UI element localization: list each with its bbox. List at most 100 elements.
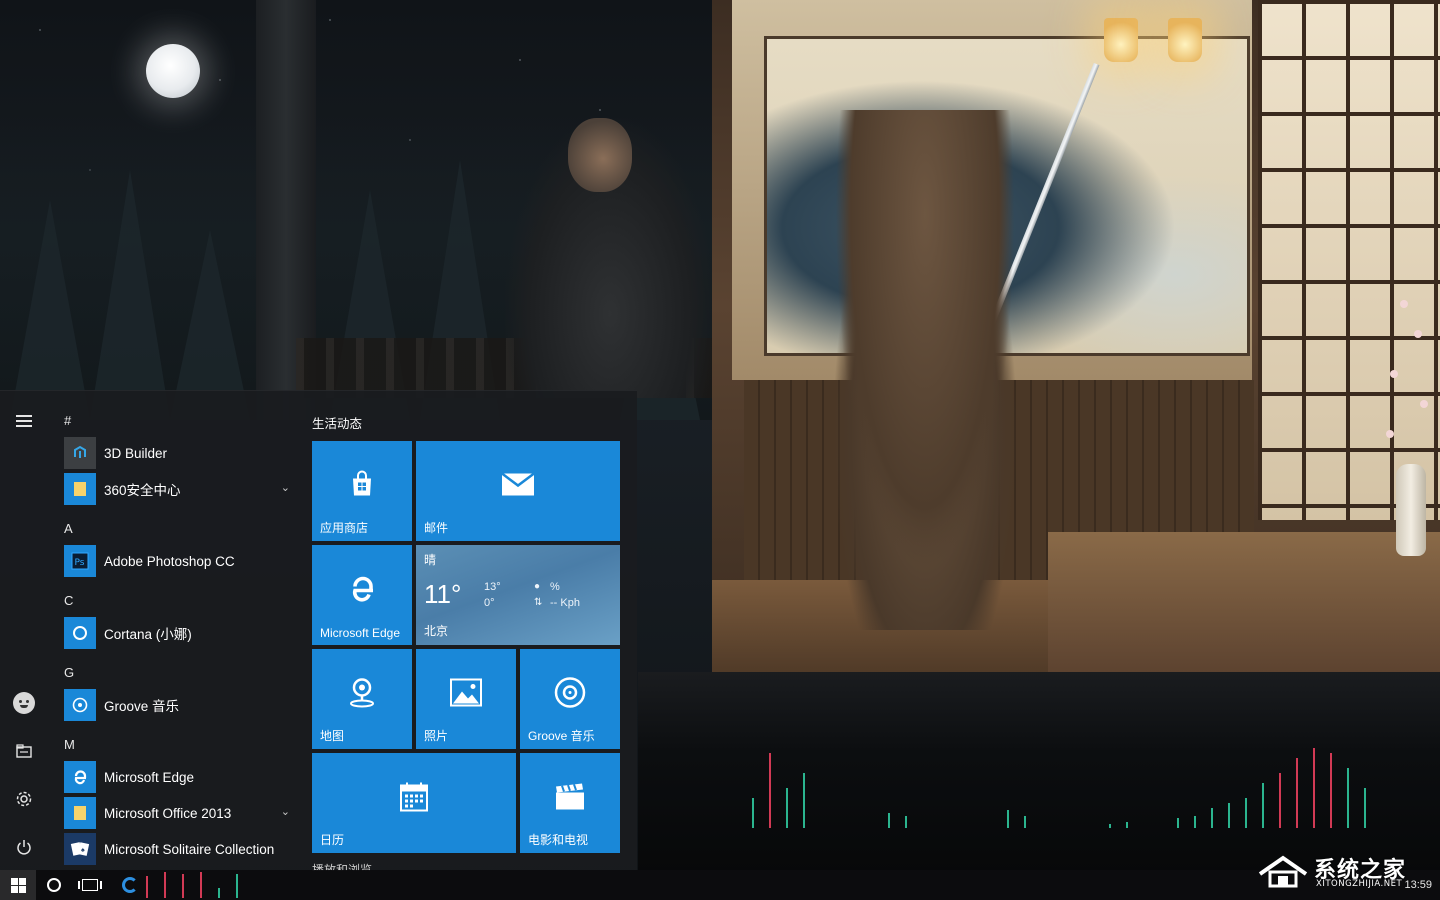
gear-icon[interactable] (8, 783, 40, 815)
app-label: Adobe Photoshop CC (104, 553, 235, 569)
section-letter[interactable]: G (64, 665, 74, 680)
app-cortana[interactable]: Cortana (小娜) (64, 617, 296, 649)
tile-label: 照片 (424, 729, 449, 743)
visualizer-bar (803, 773, 805, 828)
folder-icon (64, 797, 96, 829)
weather-details: % -- Kph (550, 579, 580, 611)
section-letter[interactable]: M (64, 737, 75, 752)
tile-mail[interactable]: 邮件 (416, 441, 620, 541)
weather-humidity: % (550, 581, 560, 593)
weather-condition: 晴 (424, 553, 437, 567)
groove-music-icon (554, 677, 586, 714)
visualizer-bar (1262, 783, 1264, 828)
visualizer-bar (1126, 822, 1128, 828)
user-avatar-icon[interactable] (8, 687, 40, 719)
taskbar-audio-visualizer (142, 870, 272, 900)
blossom (1414, 330, 1422, 338)
movies-tv-icon (555, 783, 585, 816)
section-letter[interactable]: # (64, 413, 71, 428)
raised-step (1048, 532, 1440, 672)
visualizer-bar (905, 816, 907, 828)
chevron-down-icon[interactable]: ⌄ (281, 481, 290, 494)
app-label: Microsoft Office 2013 (104, 805, 232, 821)
maps-icon (347, 677, 377, 714)
visualizer-bar (1109, 824, 1111, 828)
tiles-panel: 生活动态 应用商店 邮件 Microsoft Edge 晴 11° 13° 0°… (312, 391, 622, 871)
app-label: Microsoft Edge (104, 769, 195, 785)
section-letter[interactable]: C (64, 593, 73, 608)
weather-city: 北京 (424, 624, 449, 638)
visualizer-bar (218, 888, 220, 898)
app-label: 360安全中心 (104, 483, 181, 498)
svg-text:♠: ♠ (81, 847, 85, 854)
visualizer-bar (1024, 816, 1026, 828)
weather-icons: ● ⇅ (534, 579, 542, 611)
samurai-bear (820, 110, 1030, 630)
moon (146, 44, 200, 98)
app-label: Groove 音乐 (104, 699, 180, 714)
tile-photos[interactable]: 照片 (416, 649, 516, 749)
visualizer-bar (1211, 808, 1213, 828)
visualizer-bar (1279, 773, 1281, 828)
visualizer-bar (146, 876, 148, 898)
mail-icon (501, 472, 535, 502)
app-groove[interactable]: Groove 音乐 (64, 689, 296, 721)
visualizer-bar (1194, 816, 1196, 828)
blossom (1390, 370, 1398, 378)
hunter-head (568, 118, 632, 192)
folder-icon (64, 473, 96, 505)
weather-temp: 11° (424, 579, 462, 609)
app-solitaire[interactable]: ♠ Microsoft Solitaire Collection (64, 833, 296, 865)
tile-maps[interactable]: 地图 (312, 649, 412, 749)
3d-builder-icon (64, 437, 96, 469)
app-photoshop[interactable]: Ps Adobe Photoshop CC (64, 545, 296, 577)
hamburger-icon[interactable] (8, 405, 40, 437)
app-3d-builder[interactable]: 3D Builder (64, 437, 296, 469)
visualizer-bar (182, 874, 184, 898)
cortana-icon (64, 617, 96, 649)
weather-range: 13° 0° (484, 579, 501, 611)
wall-lamp (1104, 18, 1138, 62)
weather-low: 0° (484, 597, 495, 609)
tile-label: 电影和电视 (528, 833, 589, 847)
visualizer-bar (1177, 818, 1179, 828)
tile-calendar[interactable]: 日历 (312, 753, 516, 853)
tile-label: 邮件 (424, 521, 449, 535)
task-view-icon[interactable] (72, 870, 108, 900)
app-360-security[interactable]: 360安全中心 ⌄ (64, 473, 296, 505)
wall-lamp (1168, 18, 1202, 62)
tile-movies-tv[interactable]: 电影和电视 (520, 753, 620, 853)
tile-group-title[interactable]: 生活动态 (312, 413, 362, 432)
visualizer-bar (1228, 803, 1230, 828)
audio-visualizer (740, 740, 1400, 840)
visualizer-bar (786, 788, 788, 828)
file-explorer-icon[interactable] (8, 735, 40, 767)
solitaire-icon: ♠ (64, 833, 96, 865)
watermark-url: XITONGZHIJIA.NET (1316, 879, 1403, 889)
flower-vase (1396, 464, 1426, 556)
svg-text:Ps: Ps (75, 558, 85, 568)
app-office-2013[interactable]: Microsoft Office 2013 ⌄ (64, 797, 296, 829)
visualizer-bar (888, 813, 890, 828)
tile-edge[interactable]: Microsoft Edge (312, 545, 412, 645)
app-label: Cortana (小娜) (104, 627, 192, 642)
app-edge[interactable]: Microsoft Edge (64, 761, 296, 793)
tile-label: Groove 音乐 (528, 729, 595, 743)
groove-music-icon (64, 689, 96, 721)
visualizer-bar (1364, 788, 1366, 828)
section-letter[interactable]: A (64, 521, 73, 536)
humidity-icon: ● (534, 581, 541, 592)
blossom (1420, 400, 1428, 408)
tile-store[interactable]: 应用商店 (312, 441, 412, 541)
tile-weather[interactable]: 晴 11° 13° 0° ● ⇅ % -- Kph 北京 (416, 545, 620, 645)
chevron-down-icon[interactable]: ⌄ (281, 805, 290, 818)
weather-high: 13° (484, 581, 501, 593)
power-icon[interactable] (8, 831, 40, 863)
photos-icon (450, 678, 482, 712)
edge-icon (347, 574, 377, 609)
visualizer-bar (1007, 810, 1009, 828)
cortana-circle-icon[interactable] (36, 870, 72, 900)
watermark: 系统之家 XITONGZHIJIA.NET (1256, 852, 1432, 892)
windows-logo-icon[interactable] (0, 870, 36, 900)
tile-groove[interactable]: Groove 音乐 (520, 649, 620, 749)
